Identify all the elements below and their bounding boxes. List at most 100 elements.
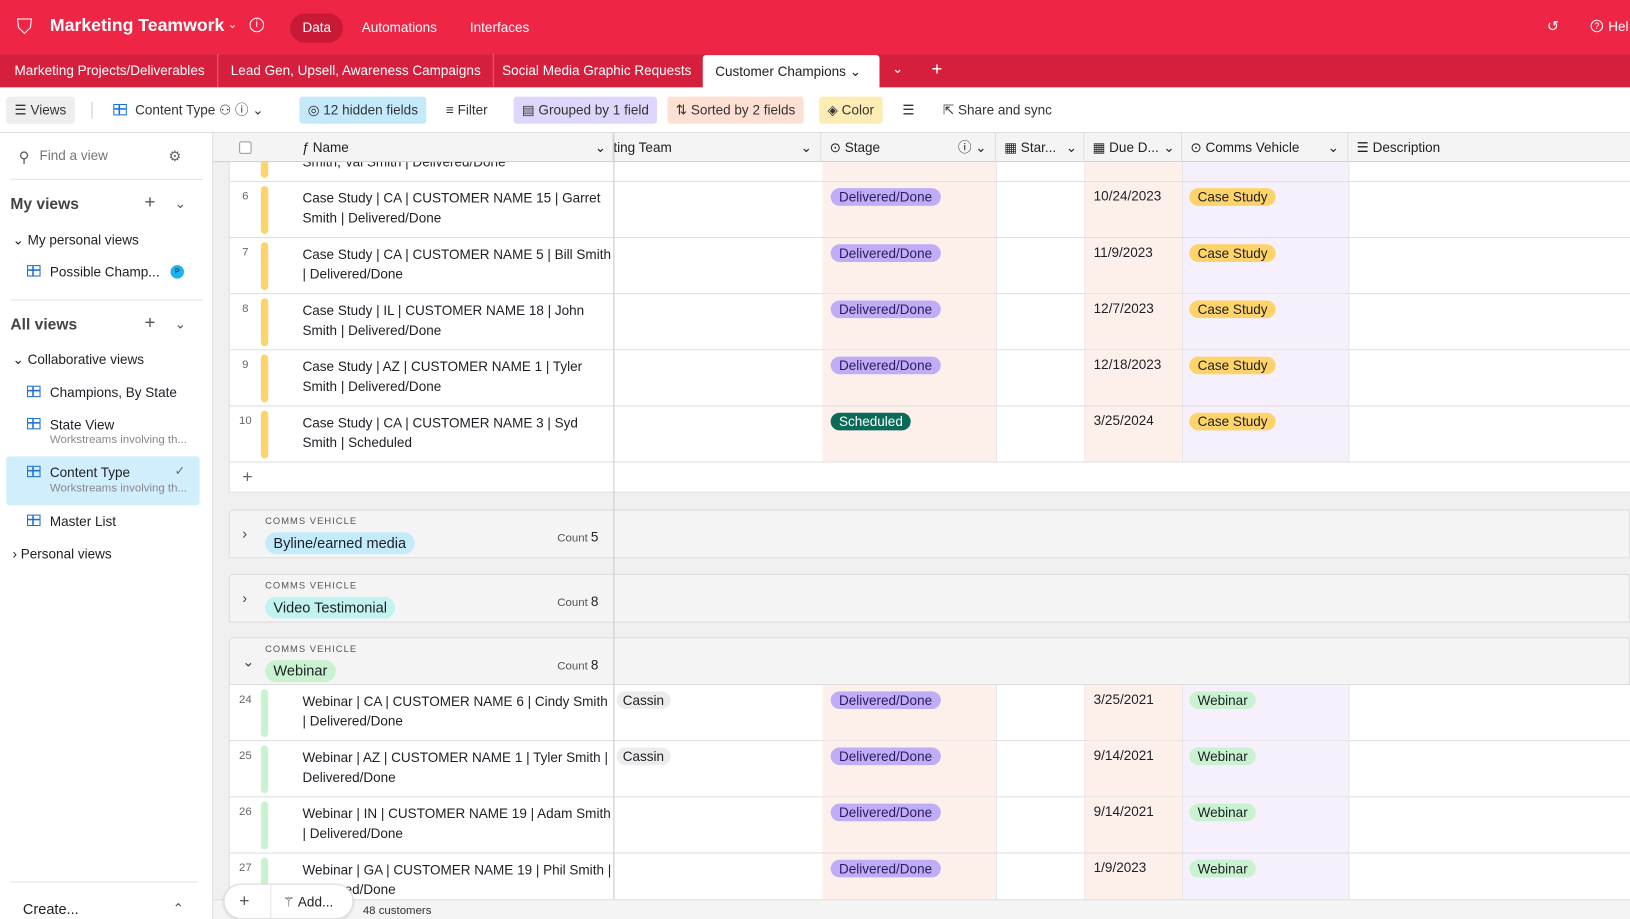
table-row[interactable]: 8 Case Study | IL | CUSTOMER NAME 18 | J… — [228, 294, 1630, 351]
group-button[interactable]: ▤ Grouped by 1 field — [513, 96, 658, 124]
nav-automations[interactable]: Automations — [349, 14, 449, 43]
column-header-due[interactable]: ▦ Due D... ⌄ — [1084, 133, 1183, 163]
comms-vehicle-pill: Case Study — [1189, 412, 1276, 431]
start-date-cell[interactable] — [997, 181, 1086, 238]
chevron-down-icon[interactable]: ⌄ — [228, 18, 238, 31]
collaborative-views-toggle[interactable]: ⌄ Collaborative views — [12, 351, 144, 368]
find-view-input[interactable] — [39, 147, 154, 164]
create-button[interactable]: Create... — [23, 900, 79, 917]
start-date-cell[interactable] — [997, 350, 1086, 406]
color-button[interactable]: ◈ Color — [819, 96, 883, 124]
start-date-cell[interactable] — [997, 685, 1086, 741]
history-icon[interactable]: ↺ — [1547, 18, 1559, 36]
more-tabs-icon[interactable]: ⌄ — [892, 60, 903, 77]
table-row[interactable]: 26 Webinar | IN | CUSTOMER NAME 19 | Ada… — [228, 797, 1630, 854]
comms-vehicle-pill: Webinar — [1189, 747, 1257, 766]
add-view-icon[interactable]: + — [145, 191, 156, 213]
add-button[interactable]: ⚚ Add... — [283, 894, 333, 911]
table-row[interactable]: 6 Case Study | CA | CUSTOMER NAME 15 | G… — [228, 181, 1630, 239]
column-header-description[interactable]: ☰ Description — [1348, 133, 1630, 162]
filter-button[interactable]: ≡ Filter — [438, 97, 496, 124]
start-date-cell[interactable] — [997, 406, 1086, 462]
chevron-down-icon[interactable]: ⌄ — [175, 316, 186, 333]
due-date-cell[interactable] — [1085, 162, 1184, 181]
row-number: 24 — [238, 693, 252, 706]
comms-vehicle-pill: Webinar — [1189, 859, 1257, 878]
group-header[interactable]: › COMMS VEHICLE Byline/earned media Coun… — [228, 509, 1630, 559]
add-table-icon[interactable]: + — [931, 58, 942, 80]
grid-view-icon — [27, 265, 41, 277]
share-button[interactable]: ⇱ Share and sync — [935, 97, 1061, 124]
column-header-team[interactable]: ting Team ⌄ — [613, 133, 822, 163]
grid-view-icon — [27, 465, 41, 478]
tab-marketing-projects[interactable]: Marketing Projects/Deliverables — [2, 54, 219, 88]
column-header-stage[interactable]: ⊙ Stage ⓘ ⌄ — [821, 133, 996, 163]
add-row-icon[interactable]: + — [242, 467, 252, 488]
sidebar-item-champions-by-state[interactable]: Champions, By State — [50, 385, 177, 401]
comms-vehicle-cell[interactable] — [1183, 162, 1350, 181]
views-button[interactable]: ☰ Views — [6, 96, 75, 124]
add-view-icon[interactable]: + — [145, 312, 156, 334]
nav-interfaces[interactable]: Interfaces — [457, 14, 541, 43]
column-label: Star... — [1020, 139, 1057, 155]
stage-pill: Delivered/Done — [830, 691, 941, 710]
my-views-heading: My views — [10, 195, 79, 214]
info-icon[interactable]: i — [249, 17, 265, 33]
sidebar-item-possible-champions[interactable]: Possible Champ... — [50, 264, 160, 280]
base-logo-icon[interactable]: ⛉ — [17, 16, 33, 40]
group-header[interactable]: › COMMS VEHICLE Video Testimonial Count … — [228, 573, 1630, 623]
row-height-icon[interactable]: ☰ — [894, 97, 923, 124]
tab-social-media[interactable]: Social Media Graphic Requests — [490, 54, 704, 87]
hidden-fields-button[interactable]: ◎ 12 hidden fields — [299, 96, 427, 124]
column-header-name[interactable]: ƒ Name ⌄ — [293, 133, 614, 163]
comms-vehicle-pill: Webinar — [1189, 803, 1257, 822]
group-field-label: COMMS VEHICLE — [265, 515, 358, 527]
add-row[interactable]: + — [228, 462, 1630, 493]
table-row[interactable]: 25 Webinar | AZ | CUSTOMER NAME 1 | Tyle… — [228, 741, 1630, 798]
table-row[interactable]: 24 Webinar | CA | CUSTOMER NAME 6 | Cind… — [228, 685, 1630, 742]
help-link[interactable]: Hel — [1608, 19, 1628, 35]
group-header[interactable]: ⌄ COMMS VEHICLE Webinar Count 8 — [228, 637, 1630, 686]
sort-button[interactable]: ⇅ Sorted by 2 fields — [667, 96, 804, 124]
count-value: 8 — [590, 657, 599, 673]
tab-lead-gen[interactable]: Lead Gen, Upsell, Awareness Campaigns — [218, 54, 495, 88]
chevron-down-icon[interactable]: ⌄ — [242, 653, 254, 671]
start-date-cell[interactable] — [997, 294, 1086, 350]
chevron-down-icon: ⌄ — [849, 63, 862, 80]
stage-cell[interactable] — [822, 162, 997, 181]
column-header-comms[interactable]: ⊙ Comms Vehicle ⌄ — [1182, 133, 1349, 163]
nav-data[interactable]: Data — [290, 13, 344, 43]
row-number: 27 — [238, 861, 252, 875]
select-all-checkbox[interactable] — [239, 141, 252, 154]
stage-pill: Delivered/Done — [830, 356, 941, 375]
chevron-down-icon[interactable]: ⌄ — [175, 195, 186, 212]
section-label: Personal views — [20, 545, 112, 562]
start-date-cell[interactable] — [997, 797, 1086, 853]
sidebar-item-master-list[interactable]: Master List — [50, 514, 116, 530]
table-row[interactable]: Smith, Val Smith | Delivered/Done — [228, 162, 1630, 182]
table-row[interactable]: 9 Case Study | AZ | CUSTOMER NAME 1 | Ty… — [228, 350, 1630, 407]
divider — [91, 101, 93, 119]
menu-icon: ☰ — [14, 101, 27, 118]
table-row[interactable]: 10 Case Study | CA | CUSTOMER NAME 3 | S… — [228, 406, 1630, 463]
column-header-start[interactable]: ▦ Star... ⌄ — [996, 133, 1085, 163]
tab-customer-champions[interactable]: Customer Champions ⌄ — [702, 55, 880, 89]
divider — [270, 884, 272, 918]
view-name-button[interactable]: Content Type ⚇ ⓘ ⌄ — [104, 97, 272, 124]
add-record-button[interactable]: + — [239, 891, 249, 912]
chevron-down-icon: ⌄ — [1163, 139, 1175, 155]
start-date-cell[interactable] — [997, 238, 1086, 294]
help-icon[interactable]: ? — [1590, 19, 1604, 33]
gear-icon[interactable]: ⚙ — [168, 148, 181, 166]
chevron-up-icon[interactable]: ⌃ — [173, 900, 184, 917]
start-date-cell[interactable] — [997, 741, 1086, 797]
table-row[interactable]: 7 Case Study | CA | CUSTOMER NAME 5 | Bi… — [228, 238, 1630, 295]
personal-views-toggle[interactable]: › Personal views — [12, 546, 111, 562]
chevron-right-icon[interactable]: › — [242, 589, 247, 606]
base-title[interactable]: Marketing Teamwork — [50, 16, 224, 37]
start-date-cell[interactable] — [997, 162, 1086, 181]
view-description: Workstreams involving th... — [49, 433, 187, 446]
sidebar-item-state-view[interactable]: State View — [50, 417, 114, 433]
my-personal-views-toggle[interactable]: ⌄ My personal views — [12, 232, 138, 249]
chevron-right-icon[interactable]: › — [242, 525, 247, 542]
